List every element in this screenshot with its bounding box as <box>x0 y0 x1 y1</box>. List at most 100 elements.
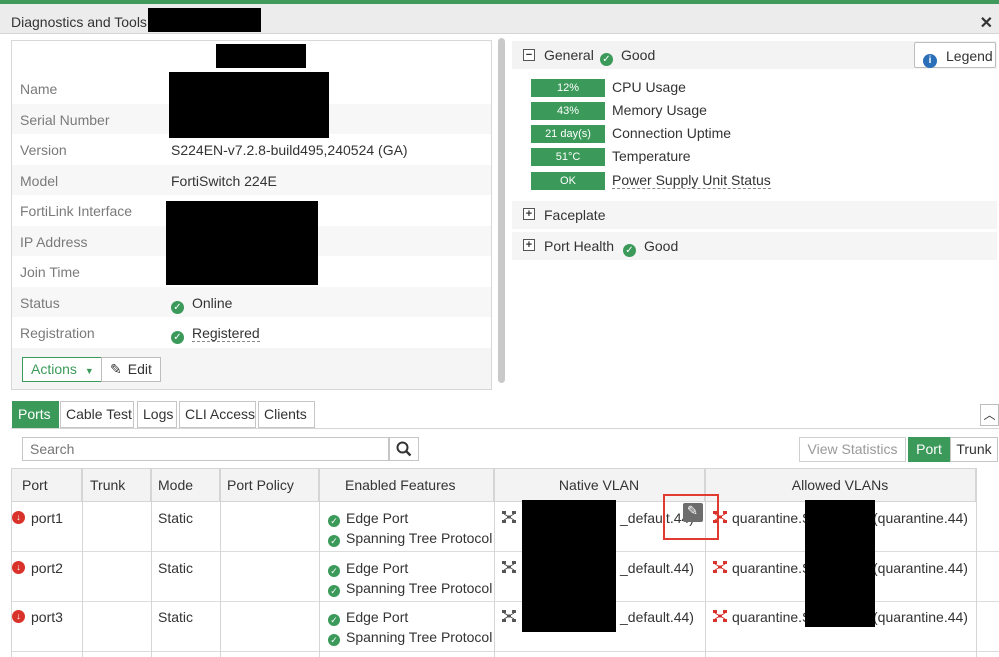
check-icon: ✓ <box>328 634 340 646</box>
column-header-port-policy[interactable]: Port Policy <box>220 468 319 502</box>
vlan-quarantine-icon <box>713 561 727 573</box>
chevron-up-icon[interactable]: ︿ <box>980 404 999 426</box>
redacted-hostname <box>216 44 306 68</box>
feature-edge-port: ✓ Edge Port <box>328 510 408 527</box>
uptime-label: Connection Uptime <box>612 125 732 141</box>
dialog-title: Diagnostics and Tools - <box>11 14 156 30</box>
port-mode: Static <box>158 609 194 625</box>
edit-button[interactable]: ✎ Edit <box>101 357 161 382</box>
column-header-allowed-vlans[interactable]: Allowed VLANs <box>705 468 976 502</box>
info-label: Model <box>20 172 59 189</box>
view-statistics-button[interactable]: View Statistics <box>799 437 906 462</box>
port-health-section-header[interactable]: + Port Health ✓ Good <box>512 232 997 260</box>
feature-label: Edge Port <box>346 560 409 576</box>
search-input[interactable] <box>22 437 389 461</box>
tab-clients[interactable]: Clients <box>258 401 315 428</box>
cpu-usage-bar: 12% <box>531 79 605 97</box>
feature-label: Spanning Tree Protocol <box>346 580 493 596</box>
expand-icon[interactable]: + <box>523 239 535 251</box>
expand-icon[interactable]: + <box>523 208 535 220</box>
trunk-toggle[interactable]: Trunk <box>950 437 998 462</box>
legend-label: Legend <box>946 48 993 64</box>
native-vlan-value[interactable]: _default.44) <box>620 609 694 625</box>
column-header-trunk[interactable]: Trunk <box>82 468 151 502</box>
model-value: FortiSwitch 224E <box>171 172 277 189</box>
port-mode: Static <box>158 510 194 526</box>
tab-cable-test[interactable]: Cable Test <box>60 401 134 428</box>
tab-logs[interactable]: Logs <box>137 401 177 428</box>
actions-button[interactable]: Actions ▼ <box>22 357 103 382</box>
search-icon <box>396 441 412 457</box>
vlan-network-icon <box>502 511 516 523</box>
column-divider <box>220 468 221 657</box>
feature-edge-port: ✓ Edge Port <box>328 560 408 577</box>
actions-label: Actions <box>31 361 77 377</box>
column-header-enabled-features[interactable]: Enabled Features <box>319 468 494 502</box>
column-header-mode[interactable]: Mode <box>151 468 220 502</box>
vlan-quarantine-icon <box>713 511 727 523</box>
port-down-icon: ↓ <box>12 610 25 623</box>
faceplate-section-header[interactable]: + Faceplate <box>512 201 997 229</box>
port-health-status-text: Good <box>644 238 679 254</box>
cpu-usage-label: CPU Usage <box>612 79 686 95</box>
caret-down-icon: ▼ <box>84 366 94 376</box>
tab-cli-access[interactable]: CLI Access <box>179 401 256 428</box>
check-icon: ✓ <box>328 585 340 597</box>
feature-edge-port: ✓ Edge Port <box>328 609 408 626</box>
port-down-icon: ↓ <box>12 561 25 574</box>
column-divider <box>151 468 152 657</box>
feature-label: Edge Port <box>346 609 409 625</box>
info-label: Status <box>20 294 60 311</box>
feature-stp: ✓ Spanning Tree Protocol <box>328 530 492 547</box>
info-row-status: Status ✓ Online <box>12 286 491 317</box>
check-icon: ✓ <box>328 565 340 577</box>
registered-icon: ✓ <box>171 331 184 344</box>
search-button[interactable] <box>389 437 419 461</box>
memory-usage-bar: 43% <box>531 102 605 120</box>
redacted-allowed-vlan <box>805 500 875 627</box>
general-status-text: Good <box>621 47 656 63</box>
close-icon[interactable]: ✕ <box>980 13 993 33</box>
legend-button[interactable]: i Legend <box>914 42 996 68</box>
column-divider <box>494 468 495 657</box>
redacted-native-vlan <box>522 500 616 632</box>
registration-value[interactable]: ✓ Registered <box>171 325 260 344</box>
check-icon: ✓ <box>328 535 340 547</box>
feature-stp: ✓ Spanning Tree Protocol <box>328 580 492 597</box>
feature-label: Spanning Tree Protocol <box>346 629 493 645</box>
port-mode: Static <box>158 560 194 576</box>
port-name[interactable]: port2 <box>31 560 63 576</box>
column-divider <box>11 468 12 657</box>
native-vlan-value[interactable]: _default.44) <box>620 560 694 576</box>
version-value: S224EN-v7.2.8-build495,240524 (GA) <box>171 142 408 158</box>
tab-ports[interactable]: Ports <box>12 401 59 428</box>
column-header-port[interactable]: Port <box>11 468 82 502</box>
general-status: ✓ Good <box>600 47 655 66</box>
panel-scrollbar[interactable] <box>498 38 505 383</box>
allowed-vlan-suffix[interactable]: (quarantine.44) <box>873 510 968 526</box>
feature-stp: ✓ Spanning Tree Protocol <box>328 629 492 646</box>
port-toggle[interactable]: Port <box>908 437 950 462</box>
vlan-network-icon <box>502 561 516 573</box>
port-name[interactable]: port3 <box>31 609 63 625</box>
vlan-quarantine-icon <box>713 610 727 622</box>
redacted-network-info <box>166 201 318 285</box>
allowed-vlan-suffix[interactable]: (quarantine.44) <box>873 560 968 576</box>
info-row-model: Model FortiSwitch 224E <box>12 164 491 195</box>
collapse-icon[interactable]: − <box>523 49 535 61</box>
column-divider <box>319 468 320 657</box>
allowed-vlan-prefix[interactable]: quarantine.S <box>732 609 811 625</box>
edit-label: Edit <box>127 361 152 377</box>
psu-status-label[interactable]: Power Supply Unit Status <box>612 172 771 189</box>
psu-status-bar: OK <box>531 172 605 190</box>
registration-text[interactable]: Registered <box>192 325 260 342</box>
allowed-vlan-prefix[interactable]: quarantine.S <box>732 510 811 526</box>
allowed-vlan-prefix[interactable]: quarantine.S <box>732 560 811 576</box>
allowed-vlan-suffix[interactable]: (quarantine.44) <box>873 609 968 625</box>
port-name[interactable]: port1 <box>31 510 63 526</box>
feature-label: Spanning Tree Protocol <box>346 530 493 546</box>
port-down-icon: ↓ <box>12 511 25 524</box>
check-icon: ✓ <box>328 515 340 527</box>
info-label: Version <box>20 142 67 158</box>
check-icon: ✓ <box>328 614 340 626</box>
